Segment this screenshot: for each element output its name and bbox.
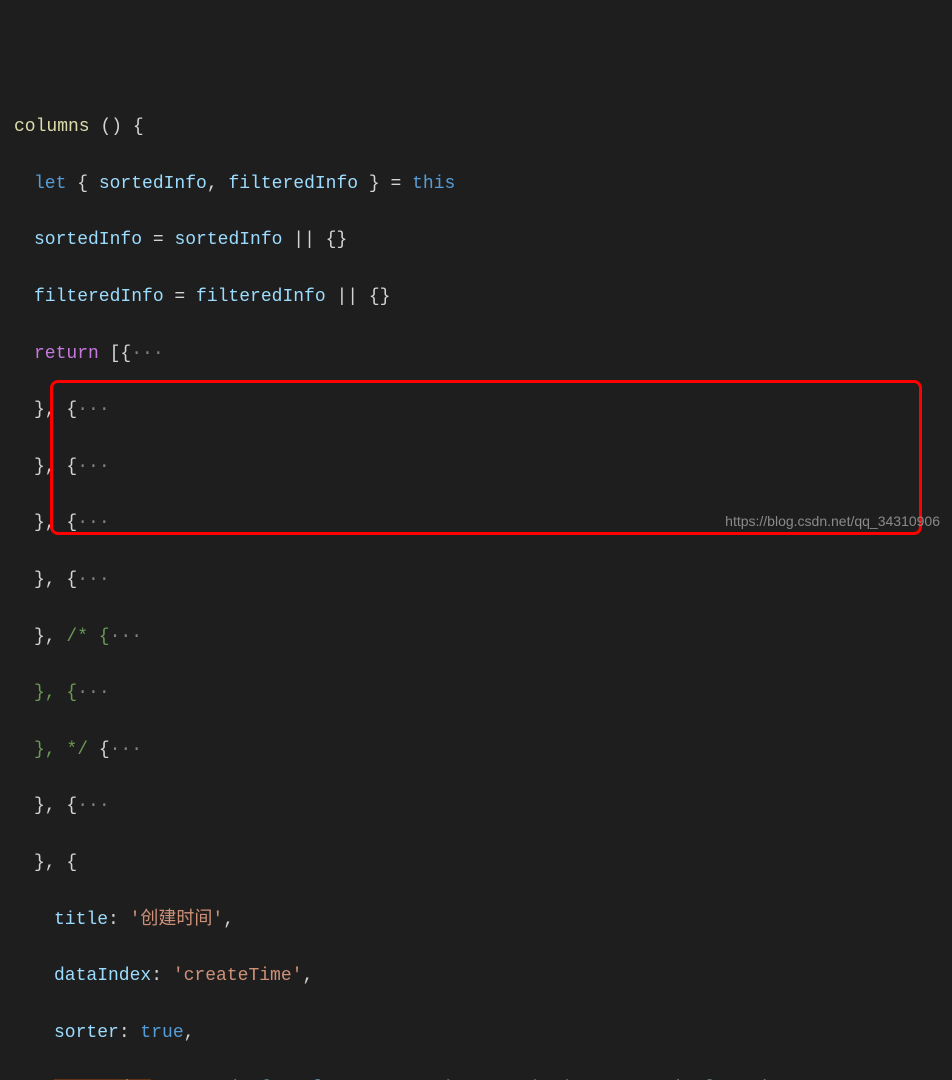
property: order (735, 1079, 789, 1080)
punct: { (88, 740, 110, 760)
punct: : (119, 1023, 141, 1043)
comment: }, */ (34, 740, 88, 760)
variable: sortedInfo (174, 230, 282, 250)
fold-indicator[interactable]: ··· (77, 513, 109, 533)
code-line: dataIndex: 'createTime', (14, 962, 952, 990)
fold-indicator[interactable]: ··· (77, 400, 109, 420)
punct: [{ (99, 344, 131, 364)
punct: , (207, 174, 229, 194)
punct: }, { (34, 400, 77, 420)
code-line: filteredInfo = filteredInfo || {} (14, 283, 952, 311)
code-line: }, {··· (14, 566, 952, 594)
property: sorter (54, 1023, 119, 1043)
code-line: }, */ {··· (14, 736, 952, 764)
code-line: }, { (14, 849, 952, 877)
punct: }, { (34, 457, 77, 477)
variable: filteredInfo (34, 287, 164, 307)
punct: : (151, 1079, 173, 1080)
punct: } = (358, 174, 412, 194)
code-line: title: '创建时间', (14, 906, 952, 934)
punct: { (66, 174, 98, 194)
punct: : (108, 910, 130, 930)
fold-indicator[interactable]: ··· (131, 344, 163, 364)
code-line: return [{··· (14, 340, 952, 368)
code-line: sortOrder: sortedInfo.columnKey === 'cre… (14, 1075, 952, 1080)
variable: sortedInfo (616, 1079, 724, 1080)
variable: filteredInfo (196, 287, 326, 307)
keyword-this: this (412, 174, 455, 194)
variable: sortedInfo (99, 174, 207, 194)
code-line: }, {··· (14, 679, 952, 707)
punct: }, (34, 627, 66, 647)
operator: === (389, 1079, 443, 1080)
string: '创建时间' (130, 910, 224, 930)
params: () { (90, 117, 144, 137)
punct: . (724, 1079, 735, 1080)
fold-indicator[interactable]: ··· (77, 570, 109, 590)
punct: , (223, 910, 234, 930)
punct: }, { (34, 570, 77, 590)
code-line: }, {··· (14, 453, 952, 481)
property: columnKey (292, 1079, 389, 1080)
comment: /* { (66, 627, 109, 647)
code-line: }, {··· (14, 792, 952, 820)
variable: sortedInfo (173, 1079, 281, 1080)
punct: , (302, 966, 313, 986)
variable: sortedInfo (34, 230, 142, 250)
code-line: }, /* {··· (14, 623, 952, 651)
operator: = (142, 230, 174, 250)
fold-indicator[interactable]: ··· (110, 627, 142, 647)
operator: && (573, 1079, 616, 1080)
punct: , (184, 1023, 195, 1043)
function-name: columns (14, 117, 90, 137)
fold-indicator[interactable]: ··· (110, 740, 142, 760)
keyword-let: let (34, 174, 66, 194)
code-line: }, {··· (14, 396, 952, 424)
string: 'createTime' (443, 1079, 573, 1080)
comment: }, { (34, 683, 77, 703)
fold-indicator[interactable]: ··· (77, 457, 109, 477)
punct: : (151, 966, 173, 986)
property: title (54, 910, 108, 930)
code-line: sorter: true, (14, 1019, 952, 1047)
fold-indicator[interactable]: ··· (77, 683, 109, 703)
punct: || {} (326, 287, 391, 307)
punct: . (281, 1079, 292, 1080)
string: 'createTime' (173, 966, 303, 986)
property: dataIndex (54, 966, 151, 986)
keyword-return: return (34, 344, 99, 364)
code-line: sortedInfo = sortedInfo || {} (14, 226, 952, 254)
variable: filteredInfo (228, 174, 358, 194)
operator: = (164, 287, 196, 307)
punct: }, { (34, 796, 77, 816)
punct: || {} (282, 230, 347, 250)
punct: }, { (34, 513, 77, 533)
code-line: let { sortedInfo, filteredInfo } = this (14, 170, 952, 198)
fold-indicator[interactable]: ··· (77, 796, 109, 816)
punct: }, { (34, 853, 77, 873)
boolean: true (140, 1023, 183, 1043)
code-line: columns () { (14, 113, 952, 141)
watermark: https://blog.csdn.net/qq_34310906 (725, 507, 940, 535)
property-highlighted: sortOrder (54, 1079, 151, 1080)
